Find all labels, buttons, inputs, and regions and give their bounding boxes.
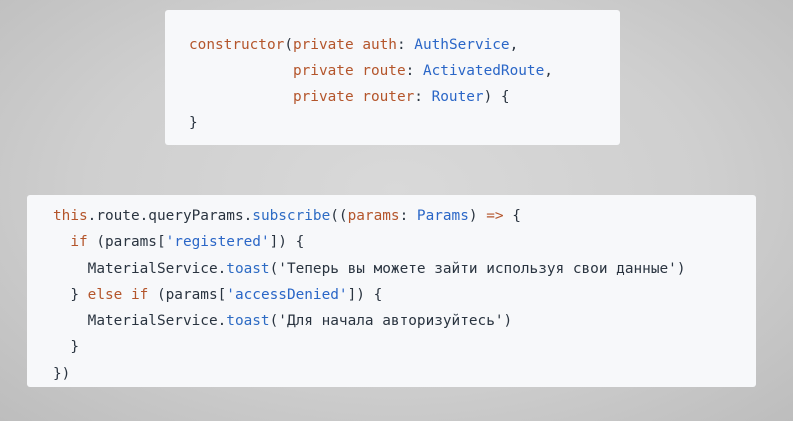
- code-token: if: [70, 234, 88, 251]
- code-token: ,: [544, 63, 553, 79]
- code-line: if (params['registered']) {: [53, 229, 756, 255]
- code-token: this: [53, 208, 88, 224]
- code-token: 'accessDenied': [226, 286, 348, 303]
- query-params-code-panel: this.route.queryParams.subscribe((params…: [27, 195, 756, 387]
- code-token: ) {: [483, 89, 510, 105]
- code-line: }): [53, 361, 756, 387]
- code-token: ,: [509, 37, 519, 53]
- code-token: subscribe: [252, 208, 331, 224]
- code-token: }: [53, 286, 88, 303]
- code-token: 'Для начала авторизуйтесь': [278, 313, 504, 330]
- code-token: ): [503, 313, 513, 330]
- code-token: =>: [486, 208, 504, 224]
- code-line: this.route.queryParams.subscribe((params…: [53, 203, 756, 229]
- code-token: MaterialService.: [53, 313, 227, 330]
- code-token: }: [53, 339, 79, 356]
- code-token: :: [414, 89, 432, 105]
- code-line: MaterialService.toast('Для начала автори…: [53, 308, 756, 334]
- code-token: route: [362, 63, 406, 79]
- code-token: private: [292, 89, 354, 105]
- code-token: ): [676, 260, 686, 277]
- code-line: private router: Router) {: [189, 84, 620, 110]
- code-token: 'Теперь вы можете зайти используя свои д…: [278, 260, 677, 277]
- code-token: Params: [416, 208, 469, 224]
- code-line: }: [189, 110, 620, 136]
- code-token: (: [269, 260, 279, 277]
- code-token: constructor: [189, 37, 285, 53]
- constructor-code-panel: constructor(private auth: AuthService, p…: [165, 10, 620, 145]
- code-token: private: [292, 37, 354, 53]
- code-token: :: [405, 63, 423, 79]
- code-token: else: [87, 286, 123, 303]
- code-line: MaterialService.toast('Теперь вы можете …: [53, 256, 756, 282]
- code-token: :: [396, 37, 415, 53]
- code-token: (params[: [148, 286, 227, 303]
- code-token: toast: [226, 260, 270, 277]
- code-token: MaterialService.: [53, 260, 227, 277]
- code-line: private route: ActivatedRoute,: [189, 58, 620, 84]
- code-token: (: [284, 37, 293, 53]
- code-line: } else if (params['accessDenied']) {: [53, 282, 756, 308]
- code-token: Router: [431, 89, 484, 105]
- code-token: ): [468, 208, 487, 224]
- code-token: ((: [330, 208, 348, 224]
- code-token: AuthService: [414, 37, 510, 53]
- code-line: }: [53, 334, 756, 360]
- code-token: ]) {: [347, 286, 383, 303]
- code-token: ]) {: [269, 234, 305, 251]
- code-token: .route.queryParams.: [87, 208, 253, 224]
- code-token: auth: [362, 37, 397, 53]
- code-token: 'registered': [165, 234, 270, 251]
- code-line: constructor(private auth: AuthService,: [189, 32, 620, 58]
- code-token: }: [189, 115, 198, 131]
- slide-stage: constructor(private auth: AuthService, p…: [0, 0, 793, 421]
- code-token: {: [503, 208, 521, 224]
- code-token: (: [269, 313, 279, 330]
- code-token: (params[: [87, 234, 166, 251]
- code-token: :: [399, 208, 417, 224]
- code-token: private: [292, 63, 354, 79]
- code-token: if: [130, 286, 149, 303]
- code-token: }): [53, 365, 71, 382]
- code-token: ActivatedRoute: [422, 63, 545, 79]
- code-token: params: [347, 208, 400, 224]
- code-token: router: [362, 89, 415, 105]
- code-token: toast: [226, 313, 270, 330]
